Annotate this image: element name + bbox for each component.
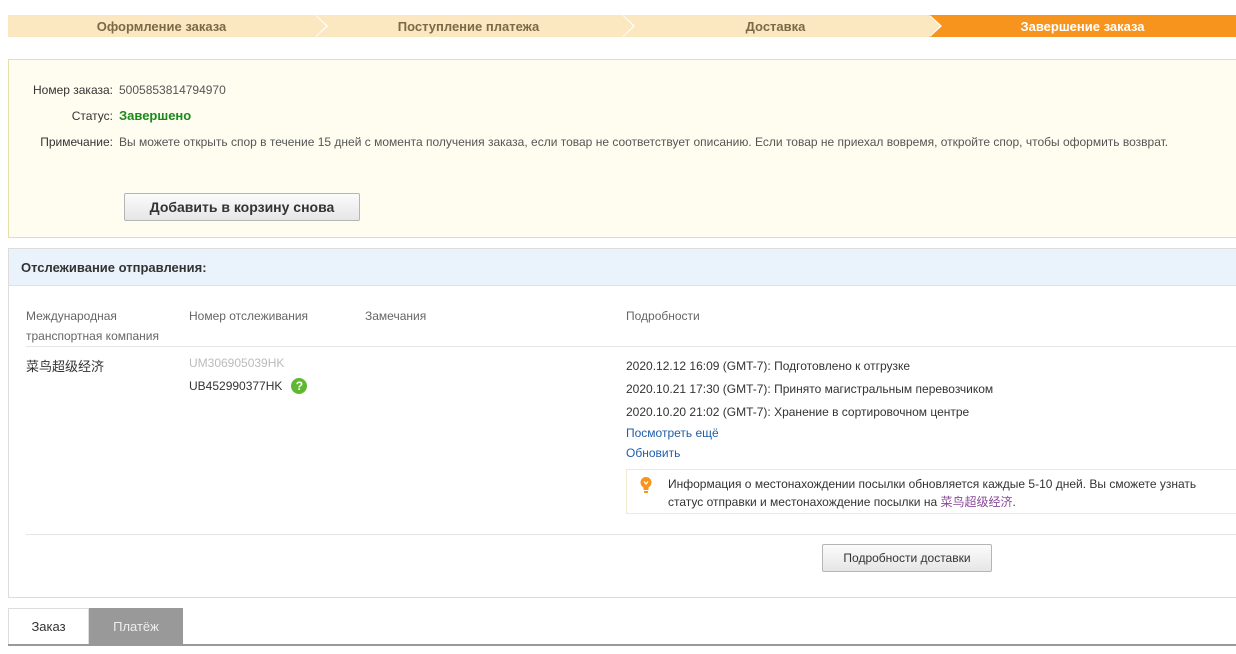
- tracking-info-tip: Информация о местонахождении посылки обн…: [626, 469, 1236, 514]
- order-number-value: 5005853814794970: [119, 83, 226, 97]
- note-row: Примечание: Вы можете открыть спор в теч…: [9, 129, 1209, 155]
- order-progress-steps: Оформление заказа Поступление платежа До…: [8, 15, 1236, 37]
- order-number-row: Номер заказа: 5005853814794970: [9, 77, 226, 103]
- refresh-link[interactable]: Обновить: [626, 446, 680, 460]
- status-value: Завершено: [119, 108, 192, 123]
- tracking-number: UB452990377HK: [189, 379, 283, 393]
- old-tracking-number: UM306905039HK: [189, 356, 285, 370]
- tracking-event: 2020.10.20 21:02 (GMT-7): Хранение в сор…: [626, 405, 970, 419]
- step-label: Оформление заказа: [96, 18, 227, 34]
- note-value: Вы можете открыть спор в течение 15 дней…: [119, 135, 1169, 149]
- tab-order[interactable]: Заказ: [8, 608, 89, 644]
- column-header-carrier: Международная транспортная компания: [26, 309, 159, 343]
- column-header-tracking-number: Номер отслеживания: [189, 309, 309, 323]
- lightbulb-icon: [640, 477, 652, 493]
- help-icon[interactable]: ?: [291, 378, 308, 394]
- step-order-complete: Завершение заказа: [929, 15, 1236, 37]
- column-header-details: Подробности: [626, 309, 700, 323]
- tracking-number-row: UB452990377HK ?: [189, 378, 308, 394]
- step-payment: Поступление платежа: [315, 15, 635, 37]
- order-tabs: Заказ Платёж: [8, 608, 1236, 646]
- status-row: Статус: Завершено: [9, 103, 192, 129]
- tracking-event: 2020.12.12 16:09 (GMT-7): Подготовлено к…: [626, 359, 911, 373]
- tracking-event: 2020.10.21 17:30 (GMT-7): Принято магист…: [626, 382, 994, 396]
- carrier-link[interactable]: 菜鸟超级经济: [940, 495, 1012, 509]
- tip-end: .: [1012, 495, 1016, 509]
- step-label: Завершение заказа: [1020, 18, 1145, 34]
- see-more-link[interactable]: Посмотреть ещё: [626, 426, 719, 440]
- delivery-details-button[interactable]: Подробности доставки: [822, 544, 992, 572]
- step-label: Доставка: [745, 18, 806, 34]
- column-header-remarks: Замечания: [365, 309, 427, 323]
- add-to-cart-again-button[interactable]: Добавить в корзину снова: [124, 193, 360, 221]
- status-label: Статус:: [71, 109, 113, 123]
- step-delivery: Доставка: [622, 15, 942, 37]
- tip-body: Информация о местонахождении посылки обн…: [668, 477, 1197, 509]
- tracking-title: Отслеживание отправления:: [9, 249, 1236, 286]
- step-order-placement: Оформление заказа: [8, 15, 328, 37]
- footer-divider: [26, 534, 1236, 535]
- step-label: Поступление платежа: [397, 18, 540, 34]
- tab-payment[interactable]: Платёж: [89, 608, 183, 644]
- header-divider: [26, 346, 1236, 347]
- note-label: Примечание:: [40, 135, 113, 149]
- order-number-label: Номер заказа:: [32, 83, 113, 97]
- order-info-panel: Номер заказа: 5005853814794970 Статус: З…: [8, 59, 1236, 238]
- tip-text: Информация о местонахождении посылки обн…: [668, 475, 1228, 511]
- carrier-name: 菜鸟超级经济: [26, 359, 105, 374]
- shipment-tracking-panel: Отслеживание отправления: Международная …: [8, 248, 1236, 598]
